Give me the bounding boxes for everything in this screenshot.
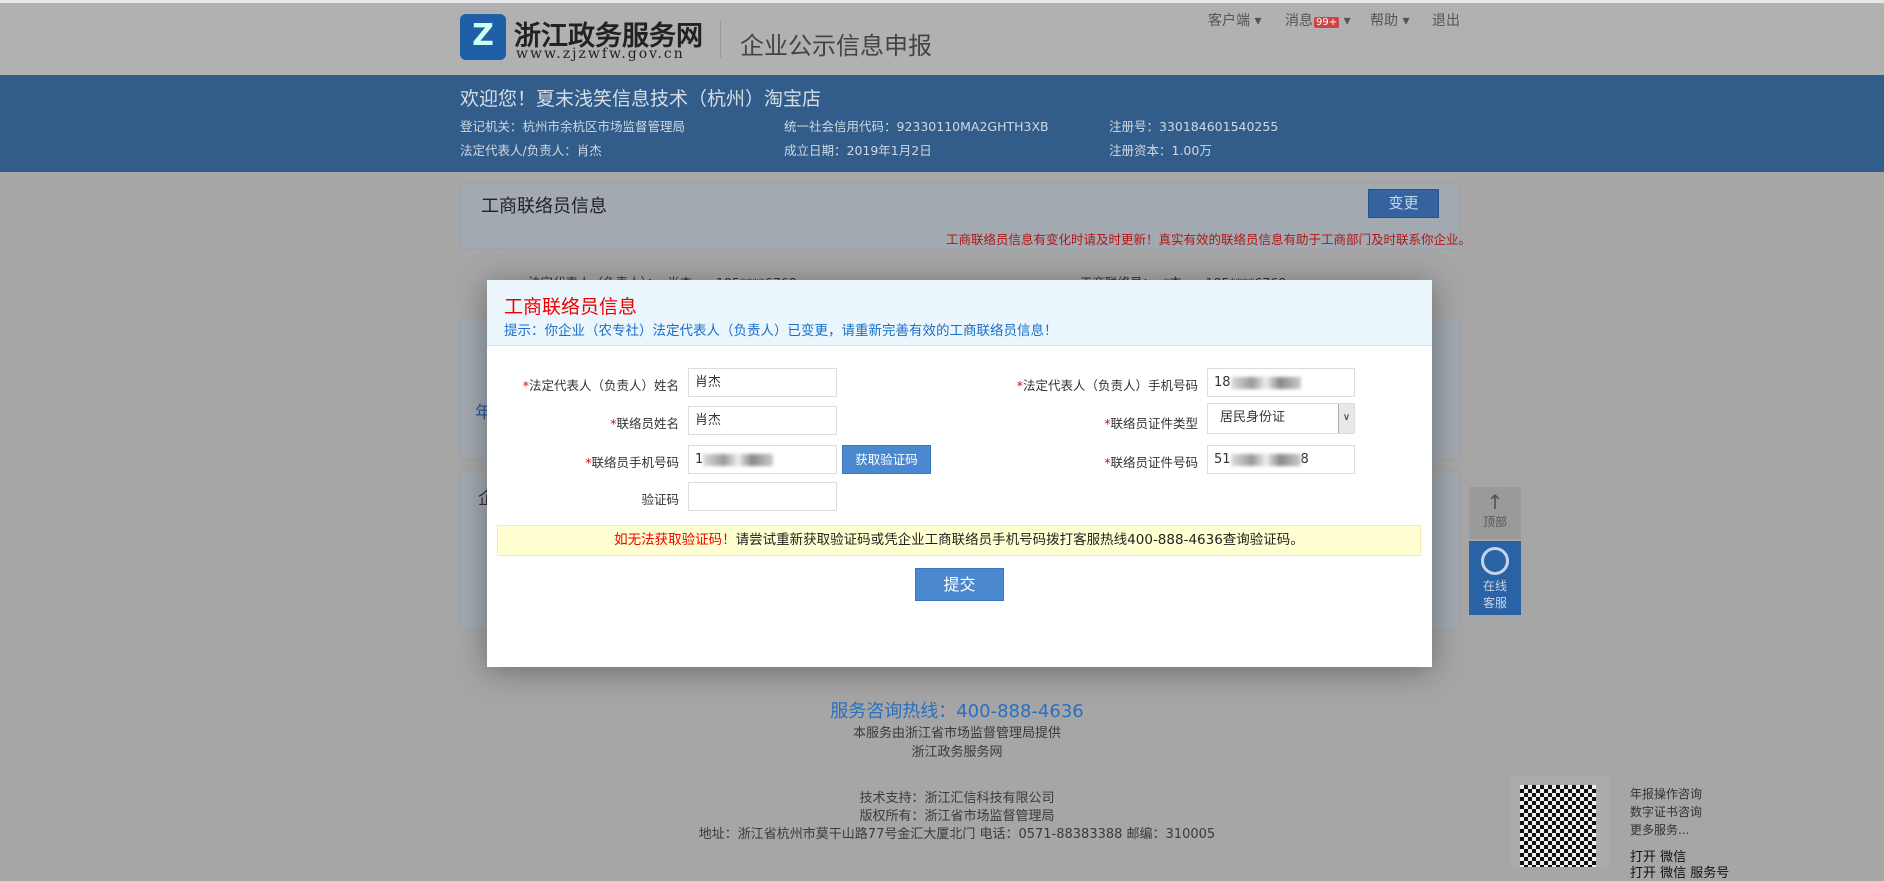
nav-logout[interactable]: 退出 xyxy=(1432,10,1460,30)
id-type-label: *联络员证件类型 xyxy=(1104,416,1198,431)
qr-link[interactable]: 更多服务... xyxy=(1630,821,1689,838)
phone-value: 18 xyxy=(1214,375,1231,390)
messages-badge: 99+ xyxy=(1314,17,1340,28)
id-number-label: *联络员证件号码 xyxy=(1104,455,1198,470)
contact-phone-label: *联络员手机号码 xyxy=(585,455,679,470)
contact-name-input[interactable]: 肖杰 xyxy=(688,406,837,435)
credit-code: 统一社会信用代码：92330110MA2GHTH3XB xyxy=(784,119,1049,134)
open-wechat-service[interactable]: 打开 微信 服务号 xyxy=(1630,862,1729,881)
legal-phone-label: *法定代表人（负责人）手机号码 xyxy=(1016,378,1198,393)
modal-title: 工商联络员信息 xyxy=(504,296,638,318)
qr-code xyxy=(1520,785,1596,867)
submit-button[interactable]: 提交 xyxy=(915,568,1004,601)
get-code-button[interactable]: 获取验证码 xyxy=(842,445,931,474)
chevron-down-icon: ▾ xyxy=(1343,13,1351,29)
contact-phone-input[interactable]: 1 xyxy=(688,445,837,474)
legal-name-label: *法定代表人（负责人）姓名 xyxy=(522,378,679,393)
contact-info-modal: 工商联络员信息 提示：你企业（农专社）法定代表人（负责人）已变更，请重新完善有效… xyxy=(487,280,1432,667)
section-title: 工商联络员信息 xyxy=(481,196,607,217)
nav-help[interactable]: 帮助 ▾ xyxy=(1370,10,1409,30)
welcome-text: 欢迎您！夏末浅笑信息技术（杭州）淘宝店 xyxy=(460,88,822,110)
id-prefix: 51 xyxy=(1214,452,1231,467)
id-type-value: 居民身份证 xyxy=(1220,410,1286,425)
legal-name-input[interactable]: 肖杰 xyxy=(688,368,837,397)
phone-value: 1 xyxy=(695,452,704,467)
established-date: 成立日期：2019年1月2日 xyxy=(784,143,932,158)
chevron-down-icon: ∨ xyxy=(1338,404,1354,433)
logo-icon[interactable]: Z xyxy=(460,14,506,60)
logo-url: www.zjzwfw.gov.cn xyxy=(516,46,685,62)
footer-site[interactable]: 浙江政务服务网 xyxy=(0,741,1884,760)
blurred-value xyxy=(1230,453,1301,466)
arrow-up-icon: ↑ xyxy=(1486,490,1504,514)
nav-client[interactable]: 客户端 ▾ xyxy=(1208,10,1261,30)
online-service-button[interactable]: 在线 客服 xyxy=(1469,541,1521,615)
code-label: 验证码 xyxy=(641,492,679,507)
notice-red: 如无法获取验证码！ xyxy=(614,532,736,548)
blurred-value xyxy=(703,453,774,466)
messages-label: 消息 xyxy=(1285,13,1313,29)
id-suffix: 8 xyxy=(1300,452,1309,467)
notice-text: 请尝试重新获取验证码或凭企业工商联络员手机号码拨打客服热线400-888-463… xyxy=(735,532,1304,548)
footer-provider: 本服务由浙江省市场监督管理局提供 xyxy=(852,726,1061,741)
top-label: 顶部 xyxy=(1482,515,1507,529)
reg-authority: 登记机关：杭州市余杭区市场监督管理局 xyxy=(460,119,686,134)
headset-icon xyxy=(1481,547,1509,575)
nav-messages[interactable]: 消息 99+ ▾ xyxy=(1285,10,1351,30)
divider xyxy=(720,20,721,58)
top-header xyxy=(0,0,1884,75)
change-button[interactable]: 变更 xyxy=(1368,189,1439,218)
legal-phone-input[interactable]: 18 xyxy=(1207,368,1355,397)
modal-tip: 提示：你企业（农专社）法定代表人（负责人）已变更，请重新完善有效的工商联络员信息… xyxy=(504,323,1058,339)
cs-label-2: 客服 xyxy=(1482,596,1507,610)
code-input[interactable] xyxy=(688,482,837,511)
capital: 注册资本：1.00万 xyxy=(1109,143,1212,158)
qr-link[interactable]: 年报操作咨询 xyxy=(1630,785,1702,802)
back-to-top-button[interactable]: ↑ 顶部 xyxy=(1469,487,1521,539)
code-notice: 如无法获取验证码！请尝试重新获取验证码或凭企业工商联络员手机号码拨打客服热线40… xyxy=(497,525,1421,556)
id-number-input[interactable]: 51 8 xyxy=(1207,445,1355,474)
cs-label-1: 在线 xyxy=(1482,579,1507,593)
qr-link[interactable]: 数字证书咨询 xyxy=(1630,803,1702,820)
legal-rep: 法定代表人/负责人：肖杰 xyxy=(460,143,602,158)
reg-no: 注册号：330184601540255 xyxy=(1109,119,1279,134)
blurred-value xyxy=(1230,376,1301,389)
id-type-select[interactable]: 居民身份证 ∨ xyxy=(1207,403,1355,434)
section-warning: 工商联络员信息有变化时请及时更新！真实有效的联络员信息有助于工商部门及时联系你企… xyxy=(946,232,1472,247)
footer-hotline: 服务咨询热线：400-888-4636 xyxy=(830,701,1084,722)
system-title: 企业公示信息申报 xyxy=(740,32,932,60)
contact-name-label: *联络员姓名 xyxy=(610,416,679,431)
